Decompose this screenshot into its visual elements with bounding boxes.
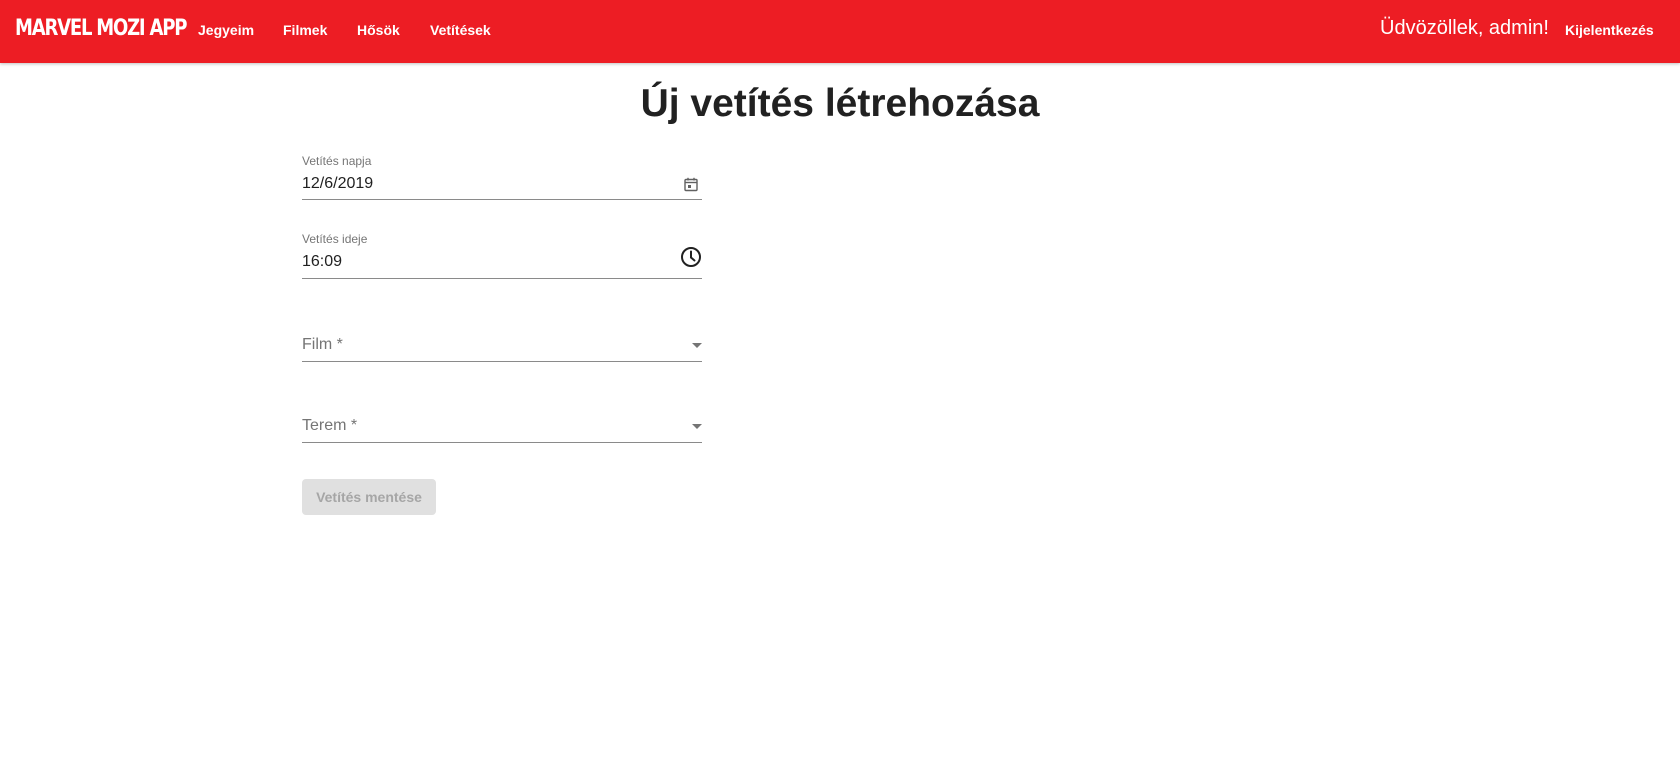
nav-link-vetitesek[interactable]: Vetítések <box>430 22 491 38</box>
film-dropdown-arrow-icon[interactable] <box>692 343 702 348</box>
date-field-underline <box>302 199 702 200</box>
time-field[interactable]: Vetítés ideje 16:09 <box>302 232 702 279</box>
calendar-icon[interactable] <box>684 177 698 197</box>
film-select-placeholder[interactable]: Film * <box>302 336 343 354</box>
time-field-underline <box>302 278 702 279</box>
top-navbar: MARVEL MOZI APP Jegyeim Filmek Hősök Vet… <box>0 0 1680 63</box>
page-title: Új vetítés létrehozása <box>640 82 1040 125</box>
date-field-label: Vetítés napja <box>302 154 372 168</box>
room-select[interactable]: Terem * <box>302 415 702 443</box>
nav-link-hosok[interactable]: Hősök <box>357 22 400 38</box>
room-select-placeholder[interactable]: Terem * <box>302 417 357 435</box>
date-field[interactable]: Vetítés napja 12/6/2019 <box>302 154 702 200</box>
film-select[interactable]: Film * <box>302 334 702 362</box>
nav-link-jegyeim[interactable]: Jegyeim <box>198 22 254 38</box>
time-field-value[interactable]: 16:09 <box>302 253 342 271</box>
nav-link-filmek[interactable]: Filmek <box>283 22 327 38</box>
time-field-label: Vetítés ideje <box>302 232 368 246</box>
film-select-underline <box>302 361 702 362</box>
logout-button[interactable]: Kijelentkezés <box>1565 22 1654 38</box>
room-dropdown-arrow-icon[interactable] <box>692 424 702 429</box>
save-screening-button[interactable]: Vetítés mentése <box>302 479 436 515</box>
welcome-text: Üdvözöllek, admin! <box>1380 17 1549 39</box>
room-select-underline <box>302 442 702 443</box>
date-field-value[interactable]: 12/6/2019 <box>302 175 373 193</box>
clock-icon[interactable] <box>680 246 702 273</box>
brand-logo[interactable]: MARVEL MOZI APP <box>15 16 187 41</box>
